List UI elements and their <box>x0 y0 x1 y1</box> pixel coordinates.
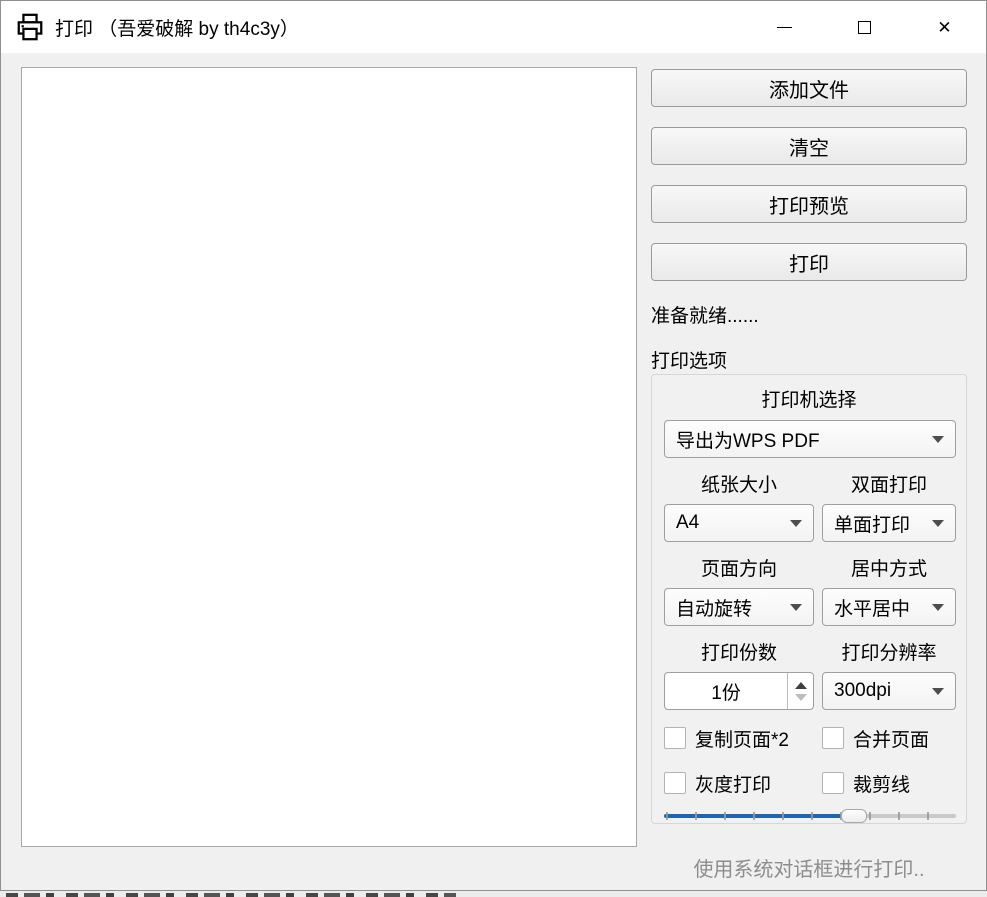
printer-select-label: 打印机选择 <box>652 385 966 412</box>
centering-label: 居中方式 <box>822 554 956 581</box>
print-preview-button[interactable]: 打印预览 <box>651 185 967 223</box>
paper-size-value: A4 <box>676 512 699 534</box>
slider-ticks <box>666 812 954 820</box>
clear-button[interactable]: 清空 <box>651 127 967 165</box>
checkbox-label: 灰度打印 <box>695 770 771 797</box>
duplicate-page-checkbox[interactable]: 复制页面*2 <box>664 726 789 750</box>
titlebar: 打印 （吾爱破解 by th4c3y） ✕ <box>1 1 986 53</box>
minimize-button[interactable] <box>761 1 808 53</box>
maximize-button[interactable] <box>841 1 888 53</box>
copies-value: 1份 <box>665 673 787 709</box>
print-slider[interactable] <box>664 808 956 824</box>
file-list-panel[interactable] <box>21 67 637 847</box>
centering-value: 水平居中 <box>834 594 910 621</box>
duplex-value: 单面打印 <box>834 510 910 537</box>
orientation-value: 自动旋转 <box>676 594 752 621</box>
print-options-groupbox: 打印机选择 导出为WPS PDF 纸张大小 双面打印 A4 单面打印 页面方向 … <box>651 374 967 824</box>
chevron-down-icon <box>932 688 944 695</box>
chevron-down-icon <box>790 520 802 527</box>
chevron-down-icon <box>932 436 944 443</box>
printer-select[interactable]: 导出为WPS PDF <box>664 420 956 458</box>
orientation-select[interactable]: 自动旋转 <box>664 588 814 626</box>
close-button[interactable]: ✕ <box>921 1 968 53</box>
spin-up-icon <box>795 682 807 689</box>
checkbox-label: 合并页面 <box>853 725 929 752</box>
checkbox-label: 复制页面*2 <box>695 725 789 752</box>
crop-marks-checkbox[interactable]: 裁剪线 <box>822 771 910 795</box>
background-window-text-remnant <box>6 893 456 897</box>
checkbox-label: 裁剪线 <box>853 770 910 797</box>
duplex-label: 双面打印 <box>822 470 956 497</box>
checkbox-box[interactable] <box>822 772 844 794</box>
minimize-icon <box>777 27 792 28</box>
print-options-label: 打印选项 <box>651 346 727 373</box>
resolution-value: 300dpi <box>834 680 891 702</box>
merge-pages-checkbox[interactable]: 合并页面 <box>822 726 929 750</box>
checkbox-box[interactable] <box>664 727 686 749</box>
status-text: 准备就绪...... <box>651 301 759 328</box>
spin-down-icon <box>795 694 807 701</box>
resolution-select[interactable]: 300dpi <box>822 672 956 710</box>
print-dialog-window: 打印 （吾爱破解 by th4c3y） ✕ 添加文件 清空 打印预览 打印 准备… <box>0 0 987 891</box>
slider-handle[interactable] <box>841 809 867 823</box>
resolution-label: 打印分辨率 <box>822 638 956 665</box>
copies-spinner[interactable]: 1份 <box>664 672 814 710</box>
grayscale-checkbox[interactable]: 灰度打印 <box>664 771 771 795</box>
print-button[interactable]: 打印 <box>651 243 967 281</box>
chevron-down-icon <box>932 520 944 527</box>
background-window-edge <box>0 891 987 897</box>
duplex-select[interactable]: 单面打印 <box>822 504 956 542</box>
printer-icon <box>15 12 45 42</box>
add-file-button[interactable]: 添加文件 <box>651 69 967 107</box>
orientation-label: 页面方向 <box>664 554 814 581</box>
chevron-down-icon <box>932 604 944 611</box>
maximize-icon <box>858 21 871 34</box>
centering-select[interactable]: 水平居中 <box>822 588 956 626</box>
printer-select-value: 导出为WPS PDF <box>676 426 820 453</box>
paper-size-select[interactable]: A4 <box>664 504 814 542</box>
checkbox-box[interactable] <box>664 772 686 794</box>
system-dialog-link[interactable]: 使用系统对话框进行打印.. <box>651 853 967 882</box>
copies-label: 打印份数 <box>664 638 814 665</box>
paper-size-label: 纸张大小 <box>664 470 814 497</box>
close-icon: ✕ <box>937 19 951 36</box>
checkbox-box[interactable] <box>822 727 844 749</box>
window-title: 打印 （吾爱破解 by th4c3y） <box>55 14 299 41</box>
spinner-arrows[interactable] <box>787 673 813 709</box>
chevron-down-icon <box>790 604 802 611</box>
